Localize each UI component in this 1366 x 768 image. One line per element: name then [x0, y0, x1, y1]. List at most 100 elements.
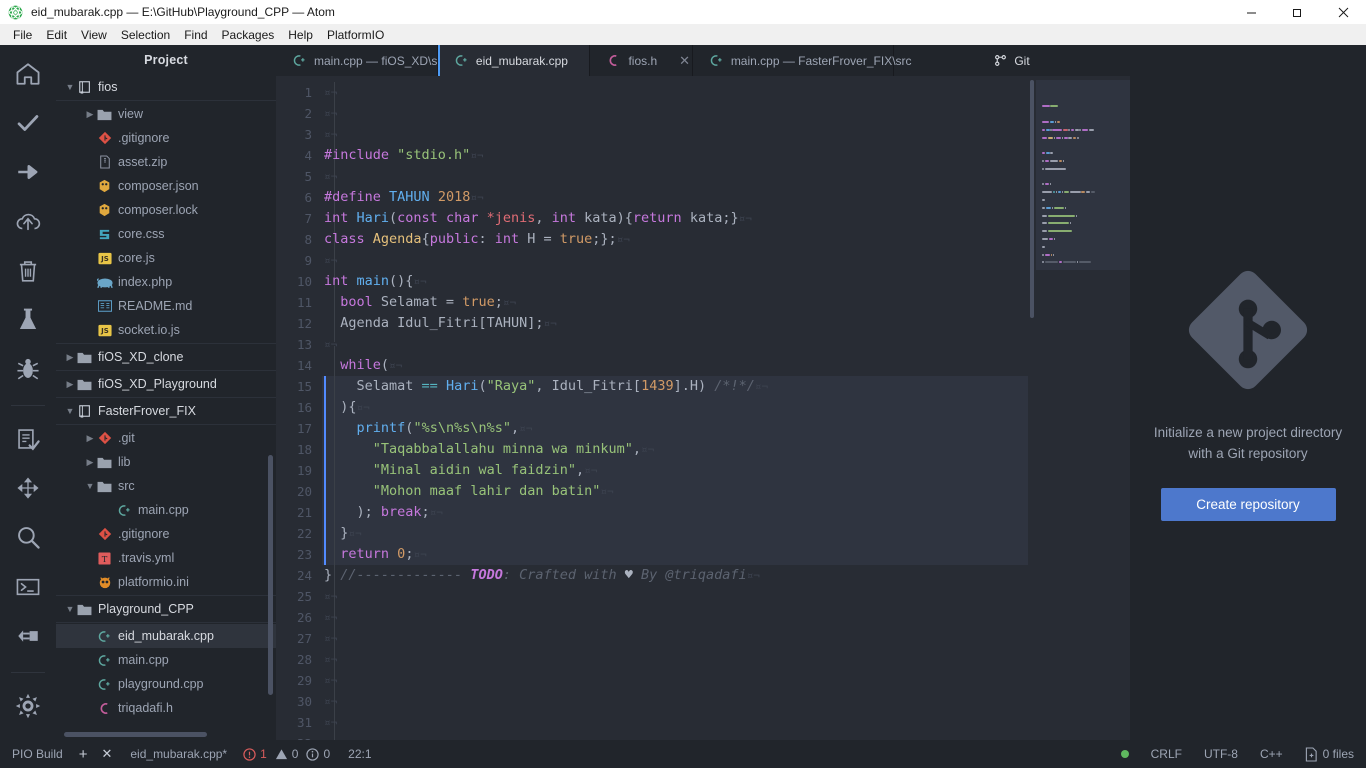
tree-item--travis-yml[interactable]: T .travis.yml: [56, 546, 276, 570]
line-number: 31: [296, 715, 312, 730]
pio-build-status[interactable]: PIO Build: [12, 747, 63, 761]
tree-item-composer-lock[interactable]: composer.lock: [56, 198, 276, 222]
create-repository-button[interactable]: Create repository: [1160, 488, 1336, 521]
maximize-button[interactable]: [1274, 0, 1320, 24]
chevron-down-icon[interactable]: ▼: [84, 481, 96, 491]
git-panel-tab[interactable]: Git: [894, 45, 1130, 76]
info-count[interactable]: 0: [306, 747, 330, 761]
line-number: 12: [296, 316, 312, 331]
tree-item--gitignore[interactable]: .gitignore: [56, 522, 276, 546]
tree-item-readme-md[interactable]: README.md: [56, 294, 276, 318]
code-line: "Mohon maaf lahir dan batin"¤¬: [322, 481, 1028, 502]
tree-item-fasterfrover-fix[interactable]: ▼ FasterFrover_FIX: [56, 399, 276, 423]
sidebar-horizontal-scrollbar[interactable]: [64, 732, 207, 737]
tree-item-core-css[interactable]: core.css: [56, 222, 276, 246]
chevron-right-icon[interactable]: ▶: [64, 352, 76, 363]
bug-icon[interactable]: [12, 354, 44, 384]
chevron-right-icon[interactable]: ▶: [84, 457, 96, 468]
tree-item-label: core.css: [118, 227, 165, 241]
close-pane-button[interactable]: ✕: [101, 746, 112, 762]
tree-item-platformio-ini[interactable]: platformio.ini: [56, 570, 276, 594]
status-filename[interactable]: eid_mubarak.cpp*: [130, 747, 227, 761]
code-area[interactable]: ¤¬ ¤¬ ¤¬ #include "stdio.h"¤¬ ¤¬ #define TAHU…: [322, 76, 1028, 740]
trash-icon[interactable]: [12, 256, 44, 286]
chevron-right-icon[interactable]: ▶: [84, 433, 96, 444]
collapse-icon[interactable]: [12, 473, 44, 503]
minimap-row: [1088, 128, 1094, 131]
menu-view[interactable]: View: [74, 26, 114, 44]
tree-item-index-php[interactable]: index.php: [56, 270, 276, 294]
code-line: Agenda Idul_Fitri[TAHUN];¤¬: [322, 313, 1028, 334]
tree-item-core-js[interactable]: JS core.js: [56, 246, 276, 270]
minimap[interactable]: [1028, 76, 1130, 740]
tree-item-triqadafi-h[interactable]: triqadafi.h: [56, 696, 276, 720]
cloud-upload-icon[interactable]: [12, 206, 44, 236]
code-token: public: [429, 231, 479, 247]
menu-packages[interactable]: Packages: [215, 26, 282, 44]
changed-files-count[interactable]: 0 files: [1305, 746, 1354, 762]
menu-selection[interactable]: Selection: [114, 26, 177, 44]
tree-item-fios[interactable]: ▼ fios: [56, 75, 276, 99]
editor-scrollbar[interactable]: [1030, 80, 1034, 318]
folder-icon: [96, 480, 113, 493]
arrow-right-icon[interactable]: [12, 157, 44, 187]
search-icon[interactable]: [12, 522, 44, 552]
encoding-selector[interactable]: UTF-8: [1204, 747, 1238, 761]
line-ending-selector[interactable]: CRLF: [1151, 747, 1182, 761]
tree-item-playground-cpp[interactable]: ▼ Playground_CPP: [56, 597, 276, 621]
cursor-block: [324, 376, 326, 565]
menu-help[interactable]: Help: [281, 26, 320, 44]
status-right-group: CRLF UTF-8 C++ 0 files: [1099, 746, 1354, 762]
tree-item-fios-xd-playground[interactable]: ▶ fiOS_XD_Playground: [56, 372, 276, 396]
tab-eidmubarak.cpp-1[interactable]: eid_mubarak.cpp: [437, 45, 598, 76]
git-tab-label: Git: [1014, 53, 1030, 68]
tree-item-src[interactable]: ▼ src: [56, 474, 276, 498]
error-count[interactable]: 1: [243, 747, 267, 761]
menu-platformio[interactable]: PlatformIO: [320, 26, 391, 44]
minimize-button[interactable]: [1228, 0, 1274, 24]
tab-label: eid_mubarak.cpp: [475, 53, 568, 68]
sidebar-vertical-scrollbar[interactable]: [268, 455, 273, 695]
chevron-right-icon[interactable]: ▶: [84, 109, 96, 120]
tree-item--git[interactable]: ▶ .git: [56, 426, 276, 450]
terminal-icon[interactable]: [12, 572, 44, 602]
clipboard-check-icon[interactable]: [12, 424, 44, 454]
menu-edit[interactable]: Edit: [39, 26, 74, 44]
tree-item-lib[interactable]: ▶ lib: [56, 450, 276, 474]
tree-item--gitignore[interactable]: .gitignore: [56, 126, 276, 150]
cursor-position[interactable]: 22:1: [348, 747, 371, 761]
gear-icon[interactable]: [12, 691, 44, 721]
chevron-right-icon[interactable]: ▶: [64, 379, 76, 390]
tree-item-main-cpp[interactable]: main.cpp: [56, 648, 276, 672]
minimap-row: [1042, 245, 1045, 248]
zip-icon: [96, 155, 113, 169]
chevron-down-icon[interactable]: ▼: [64, 406, 76, 416]
warning-count[interactable]: 0: [275, 747, 298, 761]
menu-file[interactable]: File: [6, 26, 39, 44]
tree-item-eid-mubarak-cpp[interactable]: eid_mubarak.cpp: [56, 624, 276, 648]
tree-item-label: socket.io.js: [118, 323, 180, 337]
tab-main.cpp-3[interactable]: main.cpp — FasterFrover_FIX\src: [692, 45, 912, 76]
tree-item-composer-json[interactable]: composer.json: [56, 174, 276, 198]
plug-icon[interactable]: [12, 621, 44, 651]
tree-item-view[interactable]: ▶ view: [56, 102, 276, 126]
close-button[interactable]: [1320, 0, 1366, 24]
chevron-down-icon[interactable]: ▼: [64, 82, 76, 92]
tab-close-icon[interactable]: ✕: [679, 54, 690, 67]
code-line: }¤¬: [322, 523, 1028, 544]
tree-item-playground-cpp[interactable]: playground.cpp: [56, 672, 276, 696]
grammar-selector[interactable]: C++: [1260, 747, 1283, 761]
tab-fios.h-2[interactable]: fios.h ✕: [590, 45, 693, 76]
menu-find[interactable]: Find: [177, 26, 214, 44]
home-icon[interactable]: [12, 59, 44, 89]
tree-item-main-cpp[interactable]: main.cpp: [56, 498, 276, 522]
flask-icon[interactable]: [12, 305, 44, 335]
chevron-down-icon[interactable]: ▼: [64, 604, 76, 614]
add-pane-button[interactable]: +: [79, 746, 88, 763]
tree-item-asset-zip[interactable]: asset.zip: [56, 150, 276, 174]
tree-item-fios-xd-clone[interactable]: ▶ fiOS_XD_clone: [56, 345, 276, 369]
tree-item-socket-io-js[interactable]: JS socket.io.js: [56, 318, 276, 342]
check-icon[interactable]: [12, 108, 44, 138]
tab-main.cpp-0[interactable]: main.cpp — fiOS_XD\src: [276, 45, 447, 76]
